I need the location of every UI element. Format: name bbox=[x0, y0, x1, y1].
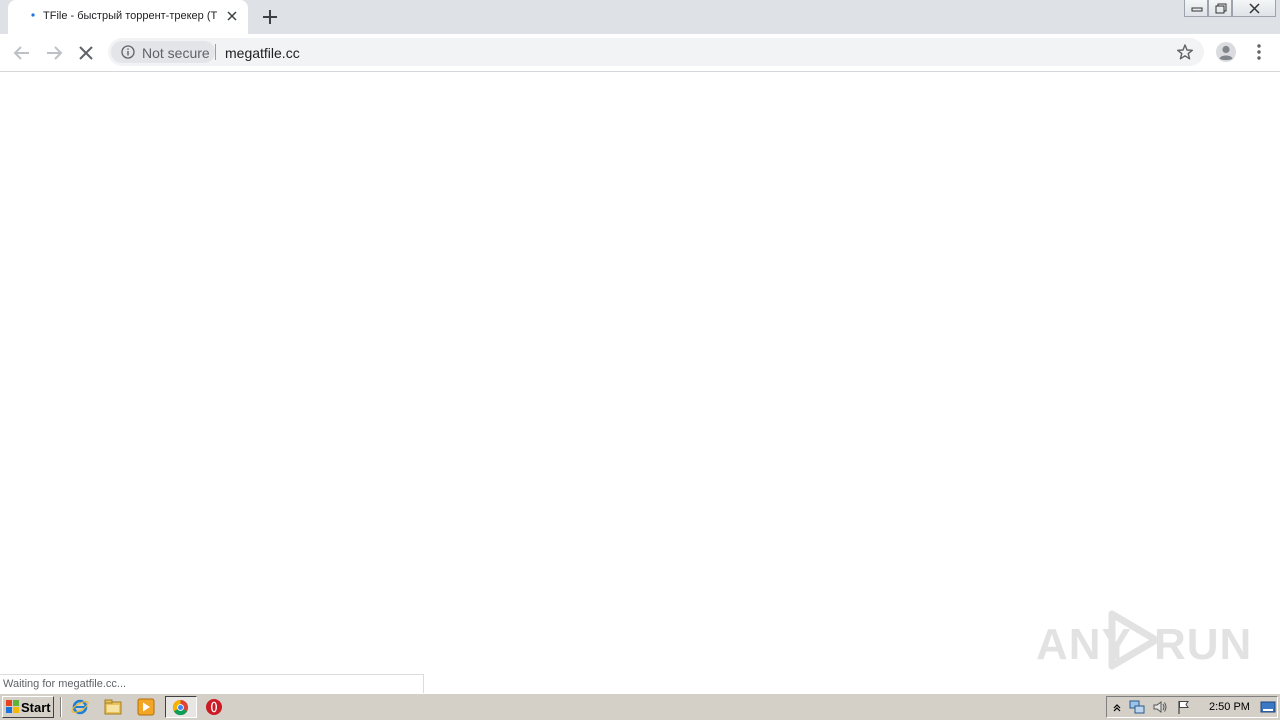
url-text[interactable]: megatfile.cc bbox=[225, 45, 300, 61]
close-tab-icon[interactable] bbox=[222, 6, 242, 26]
info-icon bbox=[121, 45, 135, 59]
restore-icon bbox=[1215, 3, 1227, 14]
address-bar[interactable]: Not secure megatfile.cc bbox=[108, 38, 1204, 66]
back-arrow-icon[interactable] bbox=[9, 40, 35, 66]
status-text: Waiting for megatfile.cc... bbox=[3, 678, 127, 690]
opera-icon[interactable] bbox=[205, 698, 223, 716]
stop-loading-icon[interactable] bbox=[73, 40, 99, 66]
omnibox-divider bbox=[215, 44, 216, 60]
loading-favicon-icon bbox=[31, 13, 35, 17]
internet-explorer-icon[interactable] bbox=[71, 698, 89, 716]
tab-active[interactable]: TFile - быстрый торрент-трекер (Т bbox=[8, 0, 248, 34]
show-hidden-icons-icon[interactable] bbox=[1109, 699, 1125, 715]
file-explorer-icon[interactable] bbox=[104, 698, 122, 716]
clock[interactable]: 2:50 PM bbox=[1209, 701, 1250, 713]
media-player-icon[interactable] bbox=[137, 698, 155, 716]
volume-icon[interactable] bbox=[1152, 699, 1168, 715]
chrome-icon bbox=[172, 699, 189, 716]
network-icon[interactable] bbox=[1129, 699, 1145, 715]
security-label: Not secure bbox=[142, 45, 210, 61]
tab-title: TFile - быстрый торрент-трекер (Т bbox=[43, 10, 218, 22]
start-button[interactable]: Start bbox=[2, 696, 54, 718]
taskbar-separator bbox=[60, 697, 62, 717]
watermark-right-text: RUN bbox=[1154, 620, 1253, 669]
bookmark-star-icon[interactable] bbox=[1176, 43, 1194, 61]
system-tray: 2:50 PM bbox=[1106, 696, 1278, 718]
taskbar: Start 2:50 PM bbox=[0, 693, 1280, 720]
browser-toolbar: Not secure megatfile.cc bbox=[0, 34, 1280, 72]
show-desktop-icon[interactable] bbox=[1260, 699, 1276, 715]
windows-logo-icon bbox=[6, 700, 19, 713]
anyrun-watermark: ANY RUN bbox=[1036, 606, 1251, 674]
page-content bbox=[0, 72, 1280, 693]
menu-kebab-icon[interactable] bbox=[1250, 41, 1268, 63]
tab-strip: TFile - быстрый торрент-трекер (Т bbox=[0, 0, 1280, 34]
start-label: Start bbox=[21, 700, 51, 715]
close-window-button[interactable] bbox=[1232, 0, 1276, 17]
status-bubble: Waiting for megatfile.cc... bbox=[0, 674, 424, 693]
new-tab-icon[interactable] bbox=[258, 6, 282, 28]
chrome-taskbar-button[interactable] bbox=[165, 696, 197, 718]
forward-arrow-icon[interactable] bbox=[41, 40, 67, 66]
action-center-flag-icon[interactable] bbox=[1176, 699, 1192, 715]
minimize-icon bbox=[1191, 7, 1203, 12]
security-chip[interactable]: Not secure bbox=[111, 41, 215, 63]
profile-avatar-icon[interactable] bbox=[1215, 41, 1237, 63]
restore-button[interactable] bbox=[1208, 0, 1232, 17]
close-window-icon bbox=[1249, 3, 1260, 14]
minimize-button[interactable] bbox=[1184, 0, 1208, 17]
